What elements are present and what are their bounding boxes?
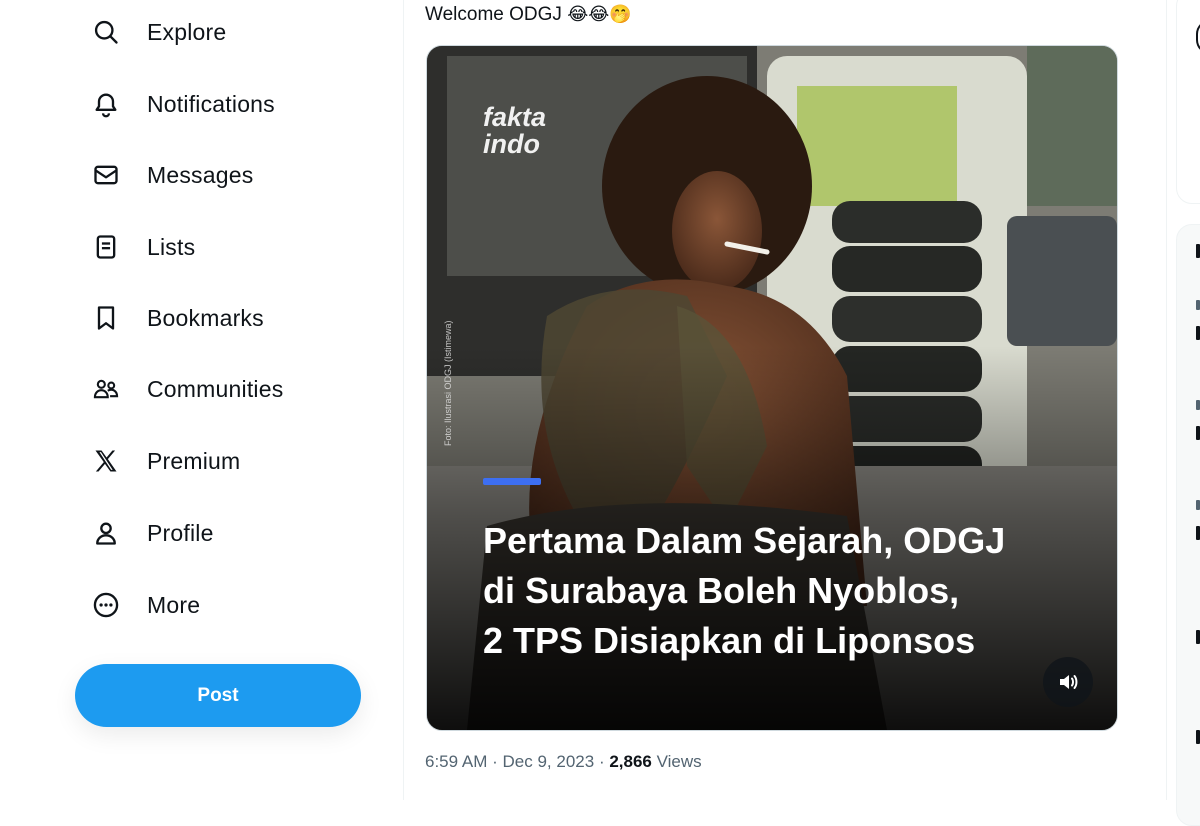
search-icon [86, 12, 126, 52]
nav-lists[interactable]: Lists [86, 225, 195, 269]
tweet-text: Welcome ODGJ 😂😂🤭 [425, 4, 632, 26]
trend-fragment [1196, 400, 1200, 410]
left-sidebar: Explore Notifications Messages Lists Boo… [0, 0, 403, 800]
views-count: 2,866 [609, 752, 652, 771]
bell-icon [86, 84, 126, 124]
person-icon [86, 513, 126, 553]
unmute-button[interactable] [1043, 657, 1093, 707]
trend-fragment [1196, 730, 1200, 744]
nav-messages[interactable]: Messages [86, 153, 253, 197]
bookmark-icon [86, 298, 126, 338]
trend-fragment [1196, 326, 1200, 340]
nav-bookmarks-label: Bookmarks [147, 304, 264, 331]
nav-profile-label: Profile [147, 519, 214, 546]
speaker-icon [1060, 675, 1078, 689]
post-button[interactable]: Post [75, 664, 361, 727]
nav-communities[interactable]: Communities [86, 367, 283, 411]
tweet-emojis: 😂😂🤭 [567, 4, 632, 24]
nav-explore[interactable]: Explore [86, 10, 226, 54]
tweet-date[interactable]: Dec 9, 2023 [503, 752, 595, 771]
envelope-icon [86, 155, 126, 195]
tweet-media-video[interactable]: fakta indo Foto: Ilustrasi ODGJ (Istimew… [426, 45, 1118, 731]
nav-premium-label: Premium [147, 447, 241, 474]
headline-line-2: di Surabaya Boleh Nyoblos, [483, 570, 960, 611]
nav-lists-label: Lists [147, 233, 196, 260]
headline-line-1: Pertama Dalam Sejarah, ODGJ [483, 520, 1006, 561]
meta-separator: · [598, 752, 605, 771]
communities-icon [86, 369, 126, 409]
list-icon [86, 227, 126, 267]
media-brand-logo: fakta indo [483, 104, 546, 158]
media-headline: Pertama Dalam Sejarah, ODGJ di Surabaya … [483, 516, 1093, 666]
nav-more-label: More [147, 591, 201, 618]
brand-line-2: indo [483, 129, 540, 159]
photo-credit: Foto: Ilustrasi ODGJ (Istimewa) [443, 320, 453, 446]
tweet-metadata: 6:59 AM · Dec 9, 2023 · 2,866 Views [425, 752, 702, 772]
nav-premium[interactable]: Premium [86, 439, 240, 483]
views-label: Views [656, 752, 702, 771]
headline-accent-bar [483, 478, 541, 485]
tweet-time[interactable]: 6:59 AM [425, 752, 487, 771]
nav-notifications[interactable]: Notifications [86, 82, 275, 126]
trend-fragment [1196, 244, 1200, 258]
trend-fragment [1196, 500, 1200, 510]
nav-explore-label: Explore [147, 18, 227, 45]
trend-fragment [1196, 526, 1200, 540]
trend-fragment [1196, 426, 1200, 440]
brand-line-1: fakta [483, 102, 547, 132]
tweet-text-body: Welcome ODGJ [425, 4, 562, 25]
nav-profile[interactable]: Profile [86, 511, 214, 555]
trend-fragment [1196, 300, 1200, 310]
meta-separator: · [492, 752, 498, 771]
trend-fragment [1196, 630, 1200, 644]
nav-bookmarks[interactable]: Bookmarks [86, 296, 264, 340]
nav-notifications-label: Notifications [147, 90, 275, 117]
headline-line-3: 2 TPS Disiapkan di Liponsos [483, 620, 976, 661]
x-logo-icon [86, 441, 126, 481]
nav-communities-label: Communities [147, 375, 284, 402]
nav-messages-label: Messages [147, 161, 254, 188]
main-column: Welcome ODGJ 😂😂🤭 fakta indo Foto: Ilustr… [403, 0, 1167, 800]
nav-more[interactable]: More [86, 583, 200, 627]
more-circle-icon [86, 585, 126, 625]
